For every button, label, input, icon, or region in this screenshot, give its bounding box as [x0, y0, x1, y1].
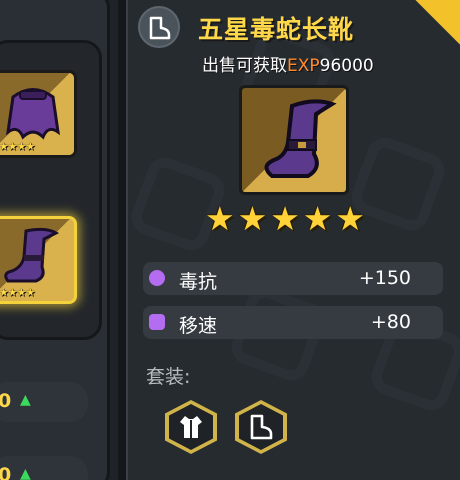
card-stars: ★★★★★ — [0, 140, 35, 153]
arrow-up-icon: ▲ — [20, 392, 31, 408]
sell-amount: 96000 — [319, 56, 374, 76]
cloak-icon — [6, 88, 60, 140]
star-icon: ★ — [302, 199, 333, 238]
item-title: 五星毒蛇长靴 — [198, 15, 355, 44]
star-rating: ★ ★ ★ ★ ★ — [205, 201, 365, 237]
stat-label: 毒抗 — [179, 271, 218, 293]
boot-icon — [264, 99, 337, 178]
stat-pill-value: 0 — [0, 464, 12, 480]
set-label: 套装: — [146, 366, 191, 388]
item-image — [239, 85, 349, 195]
armor-icon — [180, 416, 202, 438]
boot-icon — [149, 16, 171, 40]
star-icon: ★ — [205, 199, 235, 238]
stat-pill: 0 ▲ — [0, 456, 88, 480]
inventory-card-boots[interactable]: ★★★★★ — [0, 216, 77, 304]
boot-icon — [149, 314, 165, 330]
boot-icon — [4, 227, 60, 283]
stat-label: 移速 — [179, 315, 218, 337]
stat-pill: 0 ▲ — [0, 382, 88, 422]
arrow-up-icon: ▲ — [20, 466, 31, 480]
stat-value: +150 — [358, 267, 411, 289]
stat-row-poison-resist: 毒抗 +150 — [143, 262, 443, 295]
stat-pill-value: 0 — [0, 390, 12, 412]
shield-icon — [149, 270, 165, 286]
card-stars: ★★★★★ — [0, 286, 35, 299]
sell-label: 出售可获取 — [202, 56, 287, 76]
sell-reward: 出售可获取EXP96000 — [202, 51, 374, 76]
star-icon: ★ — [270, 199, 300, 238]
stat-value: +80 — [370, 311, 411, 333]
star-icon: ★ — [237, 199, 268, 238]
sell-currency: EXP — [287, 56, 320, 76]
inventory-card-cloak[interactable]: ★★★★★ — [0, 70, 77, 158]
star-icon: ★ — [335, 199, 365, 238]
category-icon — [138, 6, 180, 48]
inventory-list: ★★★★★ ★★★★★ — [0, 40, 102, 340]
boot-icon — [250, 414, 273, 440]
stat-row-move-speed: 移速 +80 — [143, 306, 443, 339]
